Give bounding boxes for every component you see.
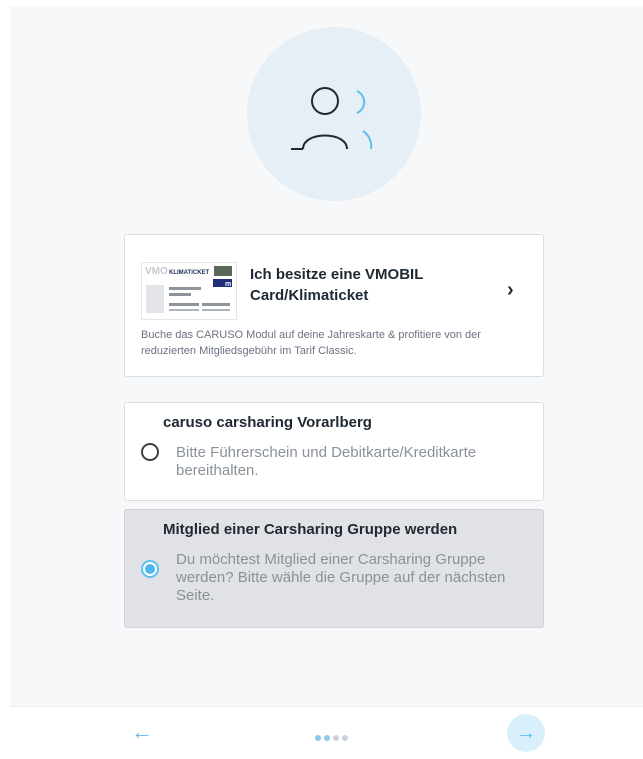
radio-unselected[interactable] [141,443,159,461]
step-dot [315,735,321,741]
thumbnail-badge-text: m [225,281,231,288]
step-dot [333,735,339,741]
vmobil-card-description: Buche das CARUSO Modul auf deine Jahresk… [141,329,481,357]
arrow-right-icon[interactable]: → [507,714,545,752]
chevron-right-icon: › [507,279,514,301]
step-dot [342,735,348,741]
vmobil-card-option[interactable]: VMOBIL KLIMATICKET m Ich besitze eine VM… [124,234,544,377]
onboarding-panel: VMOBIL KLIMATICKET m Ich besitze eine VM… [10,6,643,706]
arrow-left-icon[interactable]: ← [125,715,159,749]
thumbnail-ticket-text: KLIMATICKET [169,270,210,276]
option-title: Mitglied einer Carsharing Gruppe werden [163,521,458,538]
option-title: caruso carsharing Vorarlberg [163,414,372,431]
option-description: Bitte Führerschein und Debitkarte/Kredit… [176,444,477,479]
vmobil-card-title: Ich besitze eine VMOBIL Card/Klimaticket [250,266,424,304]
step-indicator [315,728,351,741]
hero-circle [247,27,421,201]
carsharing-group-option[interactable]: Mitglied einer Carsharing Gruppe werden … [124,509,544,628]
radio-selected[interactable] [141,560,159,578]
users-icon [291,87,373,150]
vmobil-card-thumbnail: VMOBIL KLIMATICKET m [141,262,237,320]
vmobil-card-image: VMOBIL KLIMATICKET m [142,263,236,319]
option-description: Du möchtest Mitglied einer Carsharing Gr… [176,551,506,604]
wizard-footer: ← → [10,706,643,759]
caruso-carsharing-option[interactable]: caruso carsharing Vorarlberg Bitte Führe… [124,402,544,501]
step-dot [324,735,330,741]
